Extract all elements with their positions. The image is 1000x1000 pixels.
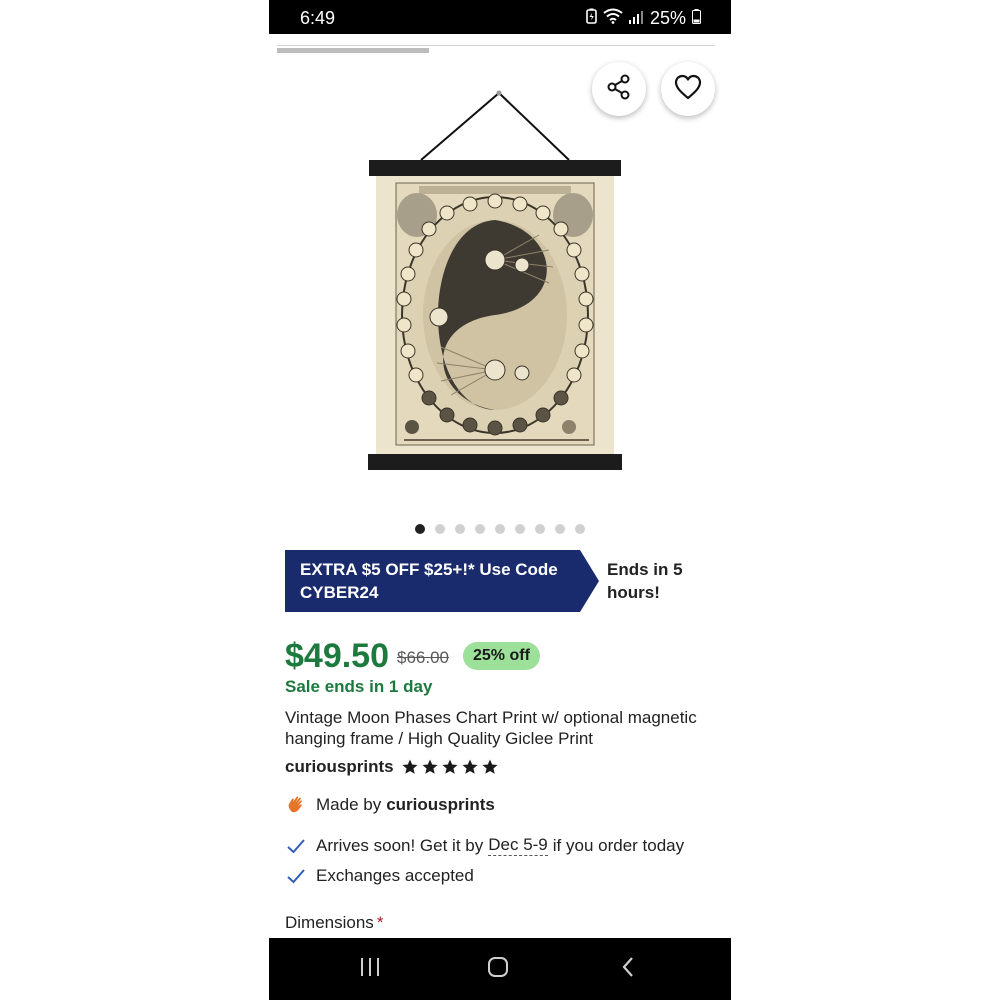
image-pagination-dots bbox=[269, 524, 731, 534]
pagination-dot[interactable] bbox=[495, 524, 505, 534]
star-icon bbox=[442, 759, 458, 774]
check-icon bbox=[285, 838, 307, 854]
product-image[interactable] bbox=[269, 55, 731, 515]
status-time: 6:49 bbox=[300, 8, 336, 28]
heart-icon bbox=[674, 74, 702, 105]
dimensions-label: Dimensions * bbox=[285, 913, 383, 933]
pagination-dot[interactable] bbox=[455, 524, 465, 534]
star-icon bbox=[462, 759, 478, 774]
arrives-date-link[interactable]: Dec 5-9 bbox=[488, 835, 548, 856]
pagination-dot[interactable] bbox=[575, 524, 585, 534]
arrives-prefix: Arrives soon! Get it by bbox=[316, 835, 484, 855]
promo-banner[interactable]: EXTRA $5 OFF $25+!* Use Code CYBER24 End… bbox=[285, 550, 715, 612]
star-icon bbox=[482, 759, 498, 774]
recents-button[interactable] bbox=[340, 938, 400, 1000]
star-icon bbox=[402, 759, 418, 774]
discount-badge: 25% off bbox=[463, 642, 540, 670]
required-marker: * bbox=[376, 913, 384, 932]
dimensions-text: Dimensions bbox=[285, 913, 374, 932]
home-icon bbox=[487, 956, 509, 983]
battery-icon bbox=[692, 8, 701, 29]
price-row: $49.50 $66.00 25% off bbox=[285, 636, 540, 676]
arrives-suffix: if you order today bbox=[552, 835, 685, 855]
battery-saver-icon bbox=[586, 8, 597, 29]
back-button[interactable] bbox=[598, 938, 658, 1000]
status-bar: 6:49 25% bbox=[269, 0, 731, 34]
pagination-dot[interactable] bbox=[535, 524, 545, 534]
star-icon bbox=[422, 759, 438, 774]
delivery-estimate-row: Arrives soon! Get it by Dec 5-9 if you o… bbox=[285, 835, 684, 856]
pagination-dot[interactable] bbox=[435, 524, 445, 534]
share-icon bbox=[606, 74, 632, 105]
back-icon bbox=[621, 956, 635, 983]
rating-stars[interactable] bbox=[401, 758, 499, 776]
share-button[interactable] bbox=[592, 62, 646, 116]
made-by-shop-link[interactable]: curiousprints bbox=[386, 795, 495, 815]
made-by-label: Made by bbox=[316, 795, 382, 814]
sale-ends-text: Sale ends in 1 day bbox=[285, 677, 433, 696]
recents-icon bbox=[359, 957, 381, 982]
shop-name-link[interactable]: curiousprints bbox=[285, 757, 394, 777]
shop-row[interactable]: curiousprints bbox=[285, 757, 499, 777]
home-button[interactable] bbox=[468, 938, 528, 1000]
scroll-progress-bar bbox=[277, 48, 429, 53]
divider bbox=[277, 45, 715, 46]
phone-screen: 6:49 25% EXTRA $5 OFF $25+!* Use Code CY… bbox=[269, 0, 731, 1000]
check-icon bbox=[285, 868, 307, 884]
pagination-dot[interactable] bbox=[475, 524, 485, 534]
exchanges-row: Exchanges accepted bbox=[285, 866, 474, 886]
status-icons: 25% bbox=[586, 8, 701, 29]
battery-percent: 25% bbox=[649, 8, 686, 28]
pagination-dot[interactable] bbox=[415, 524, 425, 534]
system-nav-bar bbox=[269, 938, 731, 1000]
promo-countdown: Ends in 5 hours! bbox=[607, 560, 683, 602]
signal-icon bbox=[628, 8, 644, 29]
exchanges-text: Exchanges accepted bbox=[316, 866, 474, 885]
pagination-dot[interactable] bbox=[515, 524, 525, 534]
product-title: Vintage Moon Phases Chart Print w/ optio… bbox=[285, 708, 697, 748]
waving-hand-icon bbox=[285, 795, 307, 815]
made-by-row: Made by curiousprints bbox=[285, 795, 495, 815]
original-price: $66.00 bbox=[397, 648, 449, 667]
sale-price: $49.50 bbox=[285, 636, 389, 675]
pagination-dot[interactable] bbox=[555, 524, 565, 534]
promo-code-text: EXTRA $5 OFF $25+!* Use Code CYBER24 bbox=[300, 560, 558, 602]
favorite-button[interactable] bbox=[661, 62, 715, 116]
wifi-icon bbox=[603, 8, 623, 29]
